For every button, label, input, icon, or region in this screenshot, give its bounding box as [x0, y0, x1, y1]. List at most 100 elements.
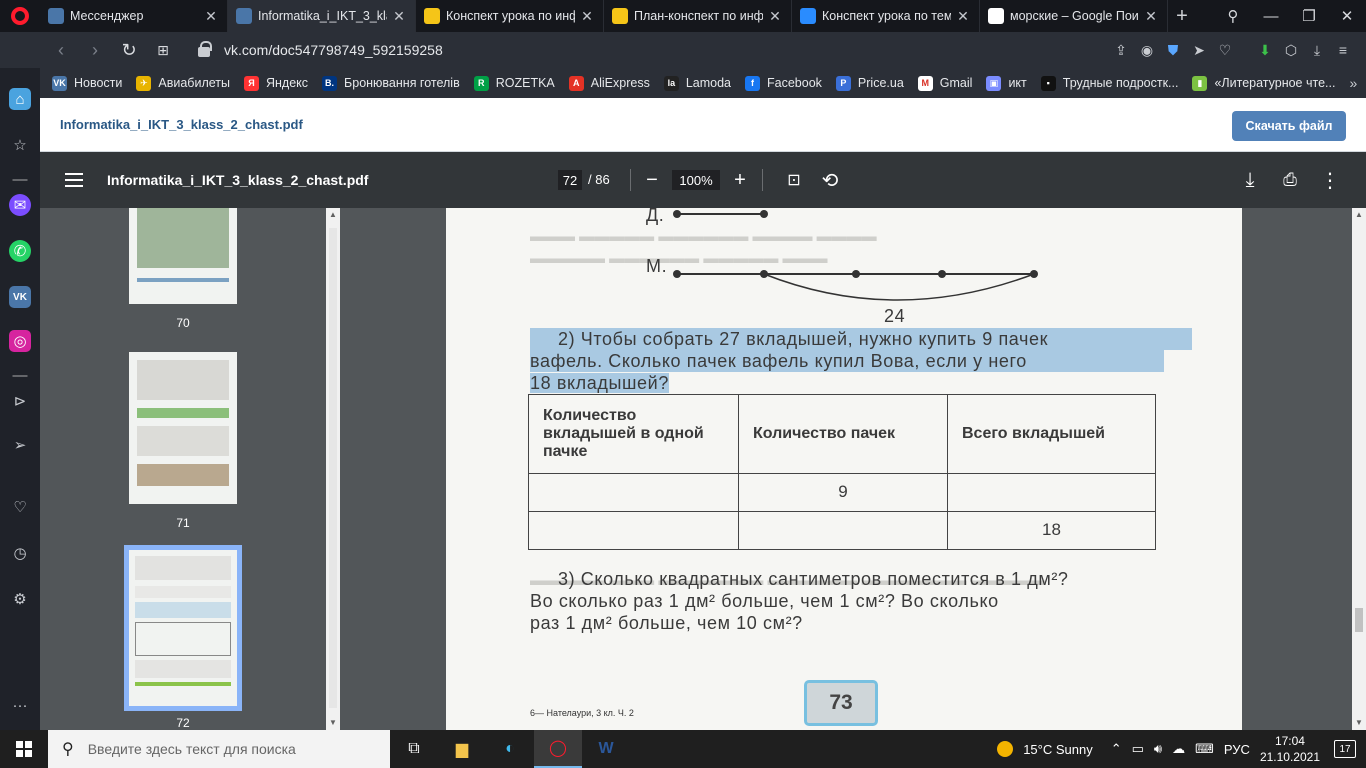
tab[interactable]: морские – Google Поис ✕: [980, 0, 1168, 32]
download-arrow-icon[interactable]: ⬇: [1252, 42, 1278, 59]
player-icon[interactable]: ⊳: [9, 390, 31, 412]
file-explorer-icon[interactable]: ▆: [438, 730, 486, 768]
start-button[interactable]: [0, 730, 48, 768]
bookmark-item[interactable]: A AliExpress: [568, 75, 650, 91]
bookmark-item[interactable]: ✈ Авиабилеты: [136, 75, 230, 91]
zoom-in-button[interactable]: +: [726, 166, 754, 194]
more-icon[interactable]: ···: [9, 694, 31, 716]
thumbnail-page-70[interactable]: [129, 208, 237, 304]
tab-close-icon[interactable]: ✕: [579, 8, 595, 25]
easy-setup-icon[interactable]: ≡: [1330, 42, 1356, 58]
notifications-button[interactable]: 17: [1334, 740, 1356, 758]
bookmark-item[interactable]: f Facebook: [745, 75, 822, 91]
search-tabs-icon[interactable]: ⚲: [1214, 7, 1252, 25]
heart-icon[interactable]: ♡: [1212, 42, 1238, 59]
new-tab-button[interactable]: +: [1168, 0, 1196, 32]
thumbnail-scrollbar[interactable]: ▲ ▼: [326, 208, 340, 730]
instagram-icon[interactable]: ◎: [9, 330, 31, 352]
speed-dial-icon[interactable]: ⊞: [146, 42, 180, 59]
share-icon[interactable]: ⇪: [1108, 42, 1134, 59]
viewer-scrollbar[interactable]: ▲ ▼: [1352, 208, 1366, 730]
download-file-button[interactable]: Скачать файл: [1232, 111, 1346, 141]
tray-chevron-icon[interactable]: ⌃: [1111, 741, 1122, 757]
send-icon[interactable]: ➤: [1186, 42, 1212, 59]
downloads-icon[interactable]: ⤓: [1304, 42, 1330, 59]
tab[interactable]: Informatika_i_IKT_3_klass ✕: [228, 0, 416, 32]
star-icon[interactable]: ☆: [9, 134, 31, 156]
forward-button[interactable]: ›: [78, 40, 112, 61]
bookmark-item[interactable]: ▪ Трудные подростк...: [1040, 75, 1178, 91]
heart-icon[interactable]: ♡: [9, 496, 31, 518]
keyboard-icon[interactable]: ⌨: [1195, 741, 1214, 757]
scroll-up-arrow[interactable]: ▲: [1352, 208, 1366, 222]
clock[interactable]: 17:04 21.10.2021: [1260, 733, 1320, 765]
zoom-input[interactable]: 100%: [672, 170, 720, 190]
tab[interactable]: Конспект урока по теме ✕: [792, 0, 980, 32]
network-icon[interactable]: ▭: [1132, 741, 1144, 757]
tab-close-icon[interactable]: ✕: [1143, 8, 1159, 25]
scroll-up-arrow[interactable]: ▲: [326, 208, 340, 222]
windows-taskbar: ⚲ Введите здесь текст для поиска ⧉ ▆ ◐ ◯…: [0, 730, 1366, 768]
snapshot-icon[interactable]: ◉: [1134, 42, 1160, 59]
bookmark-item[interactable]: la Lamoda: [663, 75, 731, 91]
bookmark-item[interactable]: ▮ «Литературное чте...: [1192, 75, 1335, 91]
cloud-icon[interactable]: ☁: [1172, 741, 1185, 757]
messenger-icon[interactable]: ✉: [9, 194, 31, 216]
language-indicator[interactable]: РУС: [1224, 742, 1250, 757]
bookmarks-overflow-icon[interactable]: »: [1349, 75, 1357, 91]
tab-close-icon[interactable]: ✕: [767, 8, 783, 25]
word-icon[interactable]: W: [582, 730, 630, 768]
vpn-shield-icon[interactable]: ⛊: [1160, 42, 1186, 59]
reload-button[interactable]: ↻: [112, 40, 146, 61]
weather-text[interactable]: 15°C Sunny: [1023, 742, 1093, 757]
bookmark-item[interactable]: R ROZETKA: [473, 75, 555, 91]
task-view-icon[interactable]: ⧉: [390, 730, 438, 768]
minimize-button[interactable]: —: [1252, 8, 1290, 25]
zoom-out-button[interactable]: −: [638, 166, 666, 194]
doc-file-name[interactable]: Informatika_i_IKT_3_klass_2_chast.pdf: [60, 117, 303, 132]
restore-button[interactable]: ❐: [1290, 7, 1328, 25]
home-icon[interactable]: ⌂: [9, 88, 31, 110]
print-icon[interactable]: ⎙: [1276, 166, 1304, 194]
tab[interactable]: План-конспект по инф ✕: [604, 0, 792, 32]
menu-icon[interactable]: [65, 169, 83, 191]
printed-page-number: 73: [804, 680, 878, 726]
opera-menu-button[interactable]: [0, 0, 40, 32]
close-window-button[interactable]: ✕: [1328, 7, 1366, 25]
taskbar-search-input[interactable]: ⚲ Введите здесь текст для поиска: [48, 730, 390, 768]
tab-close-icon[interactable]: ✕: [955, 8, 971, 25]
more-actions-icon[interactable]: ⋮: [1316, 166, 1344, 194]
pdf-viewer[interactable]: ▬▬▬ ▬▬▬▬▬ ▬▬▬▬▬▬ ▬▬▬▬ ▬▬▬▬ ▬▬▬▬▬ ▬▬▬▬▬▬ ▬…: [340, 208, 1352, 730]
bookmark-item[interactable]: ▣ икт: [986, 75, 1027, 91]
bookmark-item[interactable]: M Gmail: [917, 75, 972, 91]
thumbnail-page-72[interactable]: [124, 545, 242, 711]
whatsapp-icon[interactable]: ✆: [9, 240, 31, 262]
fit-to-page-icon[interactable]: ⊡: [780, 166, 808, 194]
scroll-down-arrow[interactable]: ▼: [1352, 716, 1366, 730]
page-number-input[interactable]: 72: [558, 170, 582, 190]
history-icon[interactable]: ◷: [9, 542, 31, 564]
bookmark-item[interactable]: Я Яндекс: [244, 75, 308, 91]
edge-icon[interactable]: ◐: [486, 730, 534, 768]
download-icon[interactable]: ⤓: [1236, 166, 1264, 194]
extensions-icon[interactable]: ⬡: [1278, 42, 1304, 59]
rotate-icon[interactable]: ⟲: [816, 166, 844, 194]
tab-close-icon[interactable]: ✕: [203, 8, 219, 25]
tab-close-icon[interactable]: ✕: [391, 8, 407, 25]
bookmark-item[interactable]: B. Бронювання готелів: [322, 75, 460, 91]
thumbnail-page-71[interactable]: [129, 352, 237, 504]
settings-gear-icon[interactable]: ⚙: [9, 588, 31, 610]
tab[interactable]: Мессенджер ✕: [40, 0, 228, 32]
opera-taskbar-icon[interactable]: ◯: [534, 730, 582, 768]
bookmark-item[interactable]: VK Новости: [52, 75, 122, 91]
scroll-thumb[interactable]: [1355, 608, 1363, 632]
send-icon[interactable]: ➢: [9, 434, 31, 456]
vk-icon[interactable]: VK: [9, 286, 31, 308]
volume-icon[interactable]: 🔊︎: [1154, 741, 1162, 757]
tab[interactable]: Конспект урока по инф ✕: [416, 0, 604, 32]
window-controls: ⚲ — ❐ ✕: [1214, 0, 1366, 32]
back-button[interactable]: ‹: [44, 40, 78, 61]
bookmark-item[interactable]: P Price.ua: [835, 75, 904, 91]
url-field[interactable]: vk.com/doc547798749_592159258: [198, 41, 443, 58]
scroll-down-arrow[interactable]: ▼: [326, 716, 340, 730]
